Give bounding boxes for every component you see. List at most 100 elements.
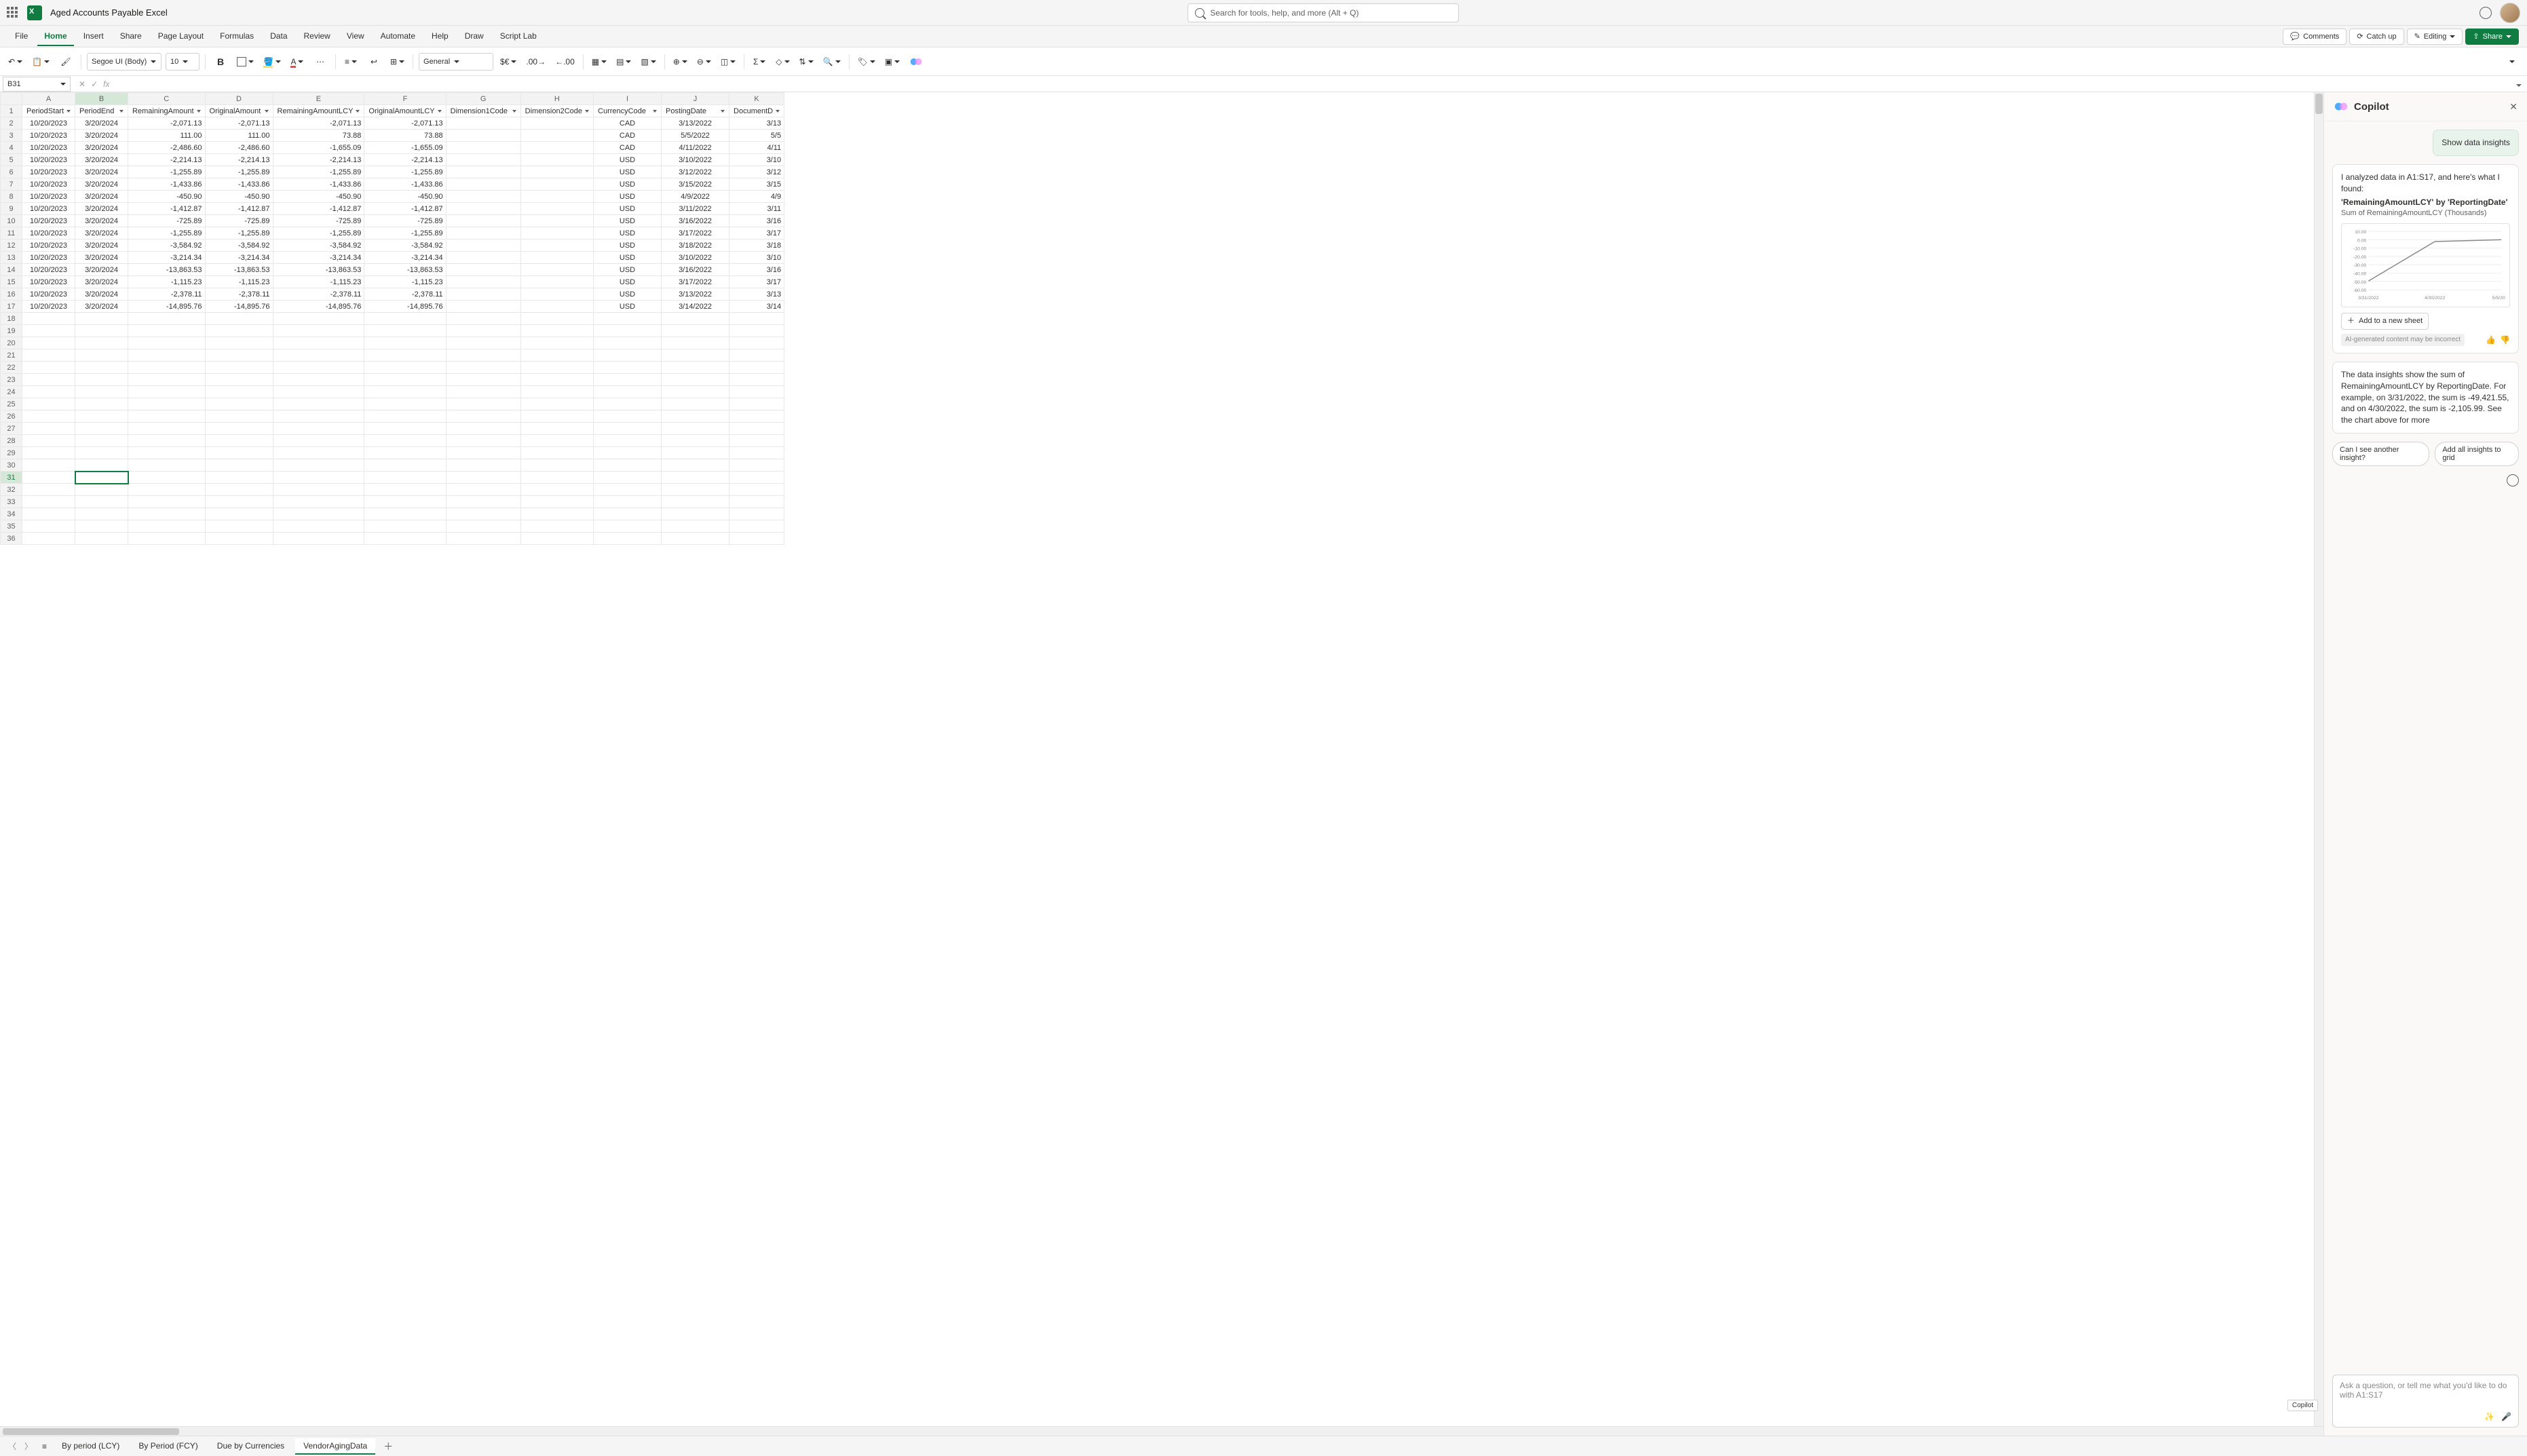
- cell[interactable]: [520, 496, 593, 508]
- cell[interactable]: [662, 423, 729, 435]
- cell[interactable]: [364, 472, 446, 484]
- cell[interactable]: [662, 325, 729, 337]
- cell[interactable]: [662, 496, 729, 508]
- cell[interactable]: 73.88: [273, 130, 364, 142]
- cell[interactable]: [662, 398, 729, 410]
- ribbon-tab-data[interactable]: Data: [263, 27, 294, 46]
- cell[interactable]: 10/20/2023: [22, 252, 75, 264]
- cell[interactable]: [520, 508, 593, 520]
- format-cells-button[interactable]: ◫: [718, 52, 738, 71]
- cell[interactable]: [128, 459, 206, 472]
- all-sheets-button[interactable]: ≡: [38, 1442, 51, 1451]
- cell[interactable]: -2,071.13: [205, 117, 273, 130]
- cell[interactable]: 3/10/2022: [662, 154, 729, 166]
- cell[interactable]: [520, 227, 593, 240]
- cell[interactable]: 3/13: [729, 117, 784, 130]
- cell[interactable]: -2,071.13: [273, 117, 364, 130]
- comments-button[interactable]: 💬Comments: [2283, 28, 2346, 45]
- spreadsheet-grid[interactable]: ABCDEFGHIJK1PeriodStartPeriodEndRemainin…: [0, 92, 2314, 1426]
- cell[interactable]: [364, 459, 446, 472]
- column-header-E[interactable]: E: [273, 93, 364, 105]
- cell[interactable]: -1,255.89: [364, 166, 446, 178]
- borders-button[interactable]: [234, 52, 256, 71]
- cell[interactable]: [364, 423, 446, 435]
- cell[interactable]: 3/16: [729, 215, 784, 227]
- cell[interactable]: [22, 520, 75, 533]
- cell[interactable]: USD: [594, 276, 662, 288]
- cell[interactable]: [205, 374, 273, 386]
- row-header-33[interactable]: 33: [1, 496, 22, 508]
- cell[interactable]: 3/20/2024: [75, 178, 128, 191]
- cell[interactable]: [446, 410, 520, 423]
- cell[interactable]: -450.90: [205, 191, 273, 203]
- clear-button[interactable]: ◇: [773, 52, 792, 71]
- cell[interactable]: [520, 410, 593, 423]
- fx-icon[interactable]: fx: [103, 79, 109, 89]
- cell[interactable]: USD: [594, 240, 662, 252]
- cell[interactable]: [520, 520, 593, 533]
- column-header-F[interactable]: F: [364, 93, 446, 105]
- table-header-cell[interactable]: PostingDate: [662, 105, 729, 117]
- cell[interactable]: [446, 386, 520, 398]
- cell[interactable]: [273, 362, 364, 374]
- cell[interactable]: -2,486.60: [128, 142, 206, 154]
- ribbon-tab-review[interactable]: Review: [297, 27, 337, 46]
- currency-button[interactable]: $€: [497, 52, 519, 71]
- cell[interactable]: [446, 227, 520, 240]
- ribbon-collapse-button[interactable]: [2503, 52, 2522, 71]
- filter-dropdown-icon[interactable]: [265, 110, 269, 113]
- cell[interactable]: [128, 349, 206, 362]
- cell[interactable]: [205, 484, 273, 496]
- cell[interactable]: [594, 349, 662, 362]
- cell[interactable]: [128, 313, 206, 325]
- cell[interactable]: [520, 252, 593, 264]
- vertical-scrollbar[interactable]: [2314, 92, 2323, 1426]
- cell[interactable]: [729, 484, 784, 496]
- cell[interactable]: 10/20/2023: [22, 240, 75, 252]
- cell[interactable]: [22, 533, 75, 545]
- row-header-27[interactable]: 27: [1, 423, 22, 435]
- refresh-icon[interactable]: [2507, 474, 2519, 486]
- find-button[interactable]: 🔍: [820, 52, 843, 71]
- cell[interactable]: -2,214.13: [128, 154, 206, 166]
- cell[interactable]: CAD: [594, 142, 662, 154]
- cell[interactable]: USD: [594, 191, 662, 203]
- document-title[interactable]: Aged Accounts Payable Excel: [50, 7, 168, 18]
- filter-dropdown-icon[interactable]: [653, 110, 657, 113]
- cell[interactable]: [446, 264, 520, 276]
- cell[interactable]: [446, 154, 520, 166]
- cell[interactable]: [75, 313, 128, 325]
- cell[interactable]: [273, 423, 364, 435]
- row-header-28[interactable]: 28: [1, 435, 22, 447]
- align-button[interactable]: ≡: [341, 52, 360, 71]
- filter-dropdown-icon[interactable]: [721, 110, 725, 113]
- cell[interactable]: -1,255.89: [205, 227, 273, 240]
- cell[interactable]: -1,433.86: [205, 178, 273, 191]
- cell[interactable]: [364, 435, 446, 447]
- cell[interactable]: [205, 496, 273, 508]
- cell[interactable]: [273, 520, 364, 533]
- cell[interactable]: [520, 447, 593, 459]
- cell[interactable]: 3/12/2022: [662, 166, 729, 178]
- cell[interactable]: [75, 398, 128, 410]
- select-all-corner[interactable]: [1, 93, 22, 105]
- cell[interactable]: [520, 264, 593, 276]
- cell[interactable]: [520, 203, 593, 215]
- row-header-9[interactable]: 9: [1, 203, 22, 215]
- ribbon-tab-view[interactable]: View: [340, 27, 371, 46]
- cell[interactable]: USD: [594, 252, 662, 264]
- cell[interactable]: [662, 508, 729, 520]
- cell[interactable]: 3/20/2024: [75, 191, 128, 203]
- cell[interactable]: 3/20/2024: [75, 166, 128, 178]
- cell[interactable]: [75, 423, 128, 435]
- cell[interactable]: [662, 533, 729, 545]
- cell[interactable]: [594, 520, 662, 533]
- column-header-C[interactable]: C: [128, 93, 206, 105]
- cell[interactable]: [446, 178, 520, 191]
- autosum-button[interactable]: Σ: [750, 52, 769, 71]
- cell[interactable]: 3/15/2022: [662, 178, 729, 191]
- delete-cells-button[interactable]: ⊖: [694, 52, 714, 71]
- cell[interactable]: [205, 349, 273, 362]
- cell[interactable]: 4/11: [729, 142, 784, 154]
- name-box[interactable]: B31: [3, 77, 71, 92]
